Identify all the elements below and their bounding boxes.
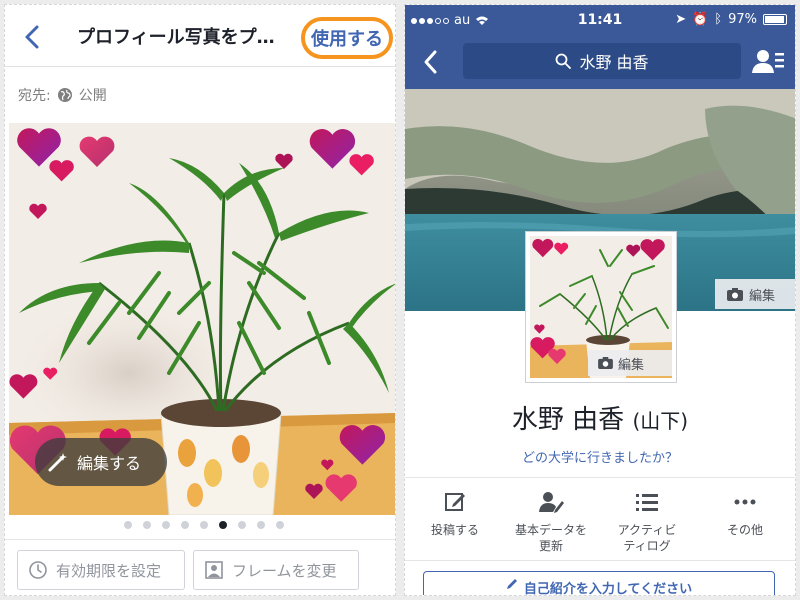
profile-picture-image: 編集 bbox=[530, 236, 672, 378]
edit-cover-button[interactable]: 編集 bbox=[715, 279, 795, 309]
page-dot[interactable] bbox=[257, 521, 265, 529]
edit-profile-picture-button[interactable]: 編集 bbox=[588, 350, 672, 376]
page-dot[interactable] bbox=[162, 521, 170, 529]
camera-icon bbox=[727, 287, 743, 301]
battery-percent: 97% bbox=[728, 12, 757, 27]
frame-page-indicator bbox=[5, 521, 395, 535]
friend-requests-icon[interactable] bbox=[751, 47, 785, 77]
change-frame-button[interactable]: フレームを変更 bbox=[193, 550, 359, 590]
chevron-left-icon[interactable] bbox=[19, 21, 47, 53]
screenshot-pair: プロフィール写真をプ… 使用する 宛先: 公開 編集する 有効期限を設定 フレー… bbox=[0, 0, 800, 600]
alarm-icon: ⏰ bbox=[692, 12, 709, 27]
search-text: 水野 由香 bbox=[579, 53, 649, 72]
preview-nav-bar: プロフィール写真をプ… 使用する bbox=[5, 5, 395, 67]
page-dot[interactable] bbox=[238, 521, 246, 529]
page-dot[interactable] bbox=[181, 521, 189, 529]
audience-label: 宛先: bbox=[18, 88, 51, 104]
location-icon: ➤ bbox=[675, 12, 687, 27]
edit-profile-icon bbox=[539, 492, 564, 513]
add-bio-button[interactable]: 自己紹介を入力してください bbox=[423, 571, 775, 596]
status-indicators: ➤ ⏰ ᛒ 97% bbox=[675, 12, 787, 27]
profile-picture[interactable]: 編集 bbox=[525, 231, 677, 383]
status-bar: au 11:41 ➤ ⏰ ᛒ 97% bbox=[405, 5, 795, 35]
more-action[interactable]: その他 bbox=[699, 488, 791, 538]
edit-photo-button[interactable]: 編集する bbox=[35, 438, 167, 486]
update-info-action[interactable]: 基本データを 更新 bbox=[505, 488, 597, 554]
page-dot[interactable] bbox=[124, 521, 132, 529]
post-action-label: 投稿する bbox=[430, 523, 479, 537]
more-label: その他 bbox=[726, 523, 763, 537]
set-expiration-label: 有効期限を設定 bbox=[56, 561, 162, 580]
set-expiration-button[interactable]: 有効期限を設定 bbox=[17, 550, 185, 590]
audience-value: 公開 bbox=[78, 88, 107, 104]
page-dot[interactable] bbox=[200, 521, 208, 529]
activity-log-action[interactable]: アクティビ ティログ bbox=[601, 488, 693, 554]
use-button[interactable]: 使用する bbox=[301, 17, 393, 59]
globe-icon bbox=[57, 88, 72, 102]
search-icon bbox=[556, 53, 572, 69]
activity-log-label: アクティビ ティログ bbox=[617, 523, 677, 553]
preview-bottom-bar: 有効期限を設定 フレームを変更 bbox=[5, 539, 395, 595]
add-bio-label: 自己紹介を入力してください bbox=[523, 582, 693, 596]
edit-cover-label: 編集 bbox=[749, 288, 776, 304]
edit-profile-picture-label: 編集 bbox=[618, 357, 645, 373]
frame-icon bbox=[205, 561, 223, 579]
audience-selector[interactable]: 宛先: 公開 bbox=[18, 85, 107, 105]
change-frame-label: フレームを変更 bbox=[232, 561, 337, 580]
profile-screen: au 11:41 ➤ ⏰ ᛒ 97% 水野 由香 編集 編集 水野 由香 (山下… bbox=[404, 4, 796, 596]
education-prompt-link[interactable]: どの大学に行きましたか？ bbox=[405, 447, 795, 466]
activity-log-icon bbox=[636, 494, 658, 511]
battery-icon bbox=[763, 14, 787, 25]
profile-name-text: 水野 由香 bbox=[511, 405, 625, 435]
chevron-left-icon[interactable] bbox=[417, 47, 445, 77]
camera-icon bbox=[598, 357, 613, 369]
profile-picture-preview-screen: プロフィール写真をプ… 使用する 宛先: 公開 編集する 有効期限を設定 フレー… bbox=[4, 4, 396, 596]
magic-wand-icon bbox=[48, 453, 67, 472]
page-title: プロフィール写真をプ… bbox=[77, 27, 275, 48]
profile-maiden-name: (山下) bbox=[632, 409, 689, 433]
page-dot[interactable] bbox=[276, 521, 284, 529]
post-action[interactable]: 投稿する bbox=[409, 488, 501, 538]
page-dot[interactable] bbox=[143, 521, 151, 529]
edit-photo-label: 編集する bbox=[77, 454, 142, 473]
more-icon bbox=[734, 499, 756, 505]
profile-name: 水野 由香 (山下) bbox=[405, 399, 795, 436]
update-info-label: 基本データを 更新 bbox=[514, 523, 587, 553]
profile-nav-bar: 水野 由香 bbox=[405, 35, 795, 89]
bluetooth-icon: ᛒ bbox=[714, 12, 723, 27]
profile-actions-row: 投稿する 基本データを 更新 アクティビ ティログ その他 bbox=[405, 477, 795, 561]
compose-icon bbox=[445, 493, 465, 511]
clock-icon bbox=[29, 561, 47, 579]
search-bar[interactable]: 水野 由香 bbox=[463, 43, 741, 79]
pencil-icon bbox=[506, 579, 517, 589]
page-dot[interactable] bbox=[219, 521, 227, 529]
